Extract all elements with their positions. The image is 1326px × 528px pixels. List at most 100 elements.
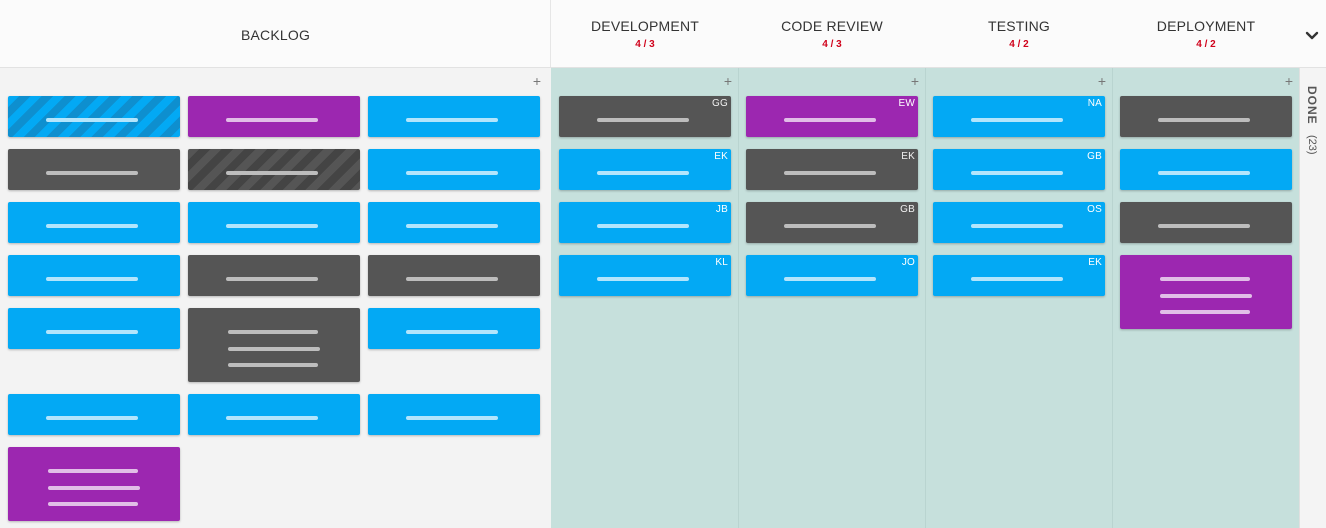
card-title-placeholder	[406, 118, 498, 122]
task-card[interactable]	[368, 149, 540, 190]
add-card-backlog-button[interactable]: +	[531, 74, 543, 88]
column-header-code-review[interactable]: CODE REVIEW 4 / 3	[745, 0, 919, 67]
card-title-placeholder	[226, 416, 318, 420]
task-card[interactable]: NA	[933, 96, 1105, 137]
card-title-placeholder	[48, 502, 138, 506]
task-card[interactable]	[8, 149, 180, 190]
add-card-development-button[interactable]: +	[722, 74, 734, 88]
task-card[interactable]	[1120, 202, 1292, 243]
card-title-placeholder	[784, 171, 876, 175]
wip-limit: 4 / 3	[822, 39, 842, 50]
task-card[interactable]	[8, 447, 180, 521]
header-divider	[550, 0, 551, 67]
card-title-placeholder	[226, 277, 318, 281]
card-title-placeholder	[784, 224, 876, 228]
task-card[interactable]: OS	[933, 202, 1105, 243]
assignee-initials: GG	[712, 98, 728, 109]
task-card[interactable]: EK	[559, 149, 731, 190]
task-card[interactable]	[1120, 149, 1292, 190]
card-title-placeholder	[406, 171, 498, 175]
task-card[interactable]	[188, 96, 360, 137]
assignee-initials: EK	[714, 151, 728, 162]
card-title-placeholder	[406, 224, 498, 228]
task-card[interactable]	[188, 255, 360, 296]
task-card[interactable]	[368, 96, 540, 137]
card-title-placeholder	[228, 363, 318, 367]
assignee-initials: GB	[900, 204, 915, 215]
assignee-initials: JB	[715, 204, 728, 215]
task-card[interactable]: EW	[746, 96, 918, 137]
card-title-placeholder	[48, 469, 138, 473]
card-title-placeholder	[226, 224, 318, 228]
card-title-placeholder	[971, 171, 1063, 175]
card-title-placeholder	[406, 416, 498, 420]
add-card-code-review-button[interactable]: +	[909, 74, 921, 88]
card-title-placeholder	[46, 224, 138, 228]
done-column-label[interactable]: DONE (23)	[1298, 86, 1326, 155]
task-card[interactable]: JO	[746, 255, 918, 296]
task-card[interactable]	[188, 394, 360, 435]
lane-divider	[925, 68, 926, 528]
column-header-testing[interactable]: TESTING 4 / 2	[932, 0, 1106, 67]
card-title-placeholder	[597, 277, 689, 281]
column-title: CODE REVIEW	[781, 18, 883, 34]
column-header-deployment[interactable]: DEPLOYMENT 4 / 2	[1119, 0, 1293, 67]
wip-limit: 4 / 2	[1009, 39, 1029, 50]
task-card[interactable]: KL	[559, 255, 731, 296]
column-title: DEPLOYMENT	[1156, 18, 1256, 34]
task-card[interactable]: EK	[746, 149, 918, 190]
card-title-placeholder	[1158, 118, 1250, 122]
card-title-placeholder	[1158, 224, 1250, 228]
lane-divider	[1112, 68, 1113, 528]
task-card[interactable]: GB	[746, 202, 918, 243]
task-card[interactable]	[188, 202, 360, 243]
task-card[interactable]	[188, 149, 360, 190]
column-header-backlog[interactable]: BACKLOG	[0, 0, 551, 67]
task-card[interactable]	[8, 308, 180, 349]
task-card[interactable]	[368, 255, 540, 296]
wip-limit: 4 / 2	[1196, 39, 1216, 50]
assignee-initials: JO	[901, 257, 915, 268]
chevron-down-icon[interactable]	[1302, 26, 1322, 46]
add-card-deployment-button[interactable]: +	[1283, 74, 1295, 88]
task-card[interactable]	[1120, 96, 1292, 137]
task-card[interactable]: GB	[933, 149, 1105, 190]
task-card[interactable]	[368, 202, 540, 243]
task-card[interactable]	[8, 202, 180, 243]
assignee-initials: EW	[898, 98, 915, 109]
task-card[interactable]	[368, 308, 540, 349]
assignee-initials: NA	[1087, 98, 1102, 109]
card-title-placeholder	[226, 171, 318, 175]
task-card[interactable]	[1120, 255, 1292, 329]
wip-limit: 4 / 3	[635, 39, 655, 50]
card-title-placeholder	[406, 277, 498, 281]
lane-divider	[738, 68, 739, 528]
assignee-initials: KL	[715, 257, 728, 268]
card-title-placeholder	[48, 486, 140, 490]
card-title-placeholder	[46, 277, 138, 281]
task-card[interactable]	[8, 255, 180, 296]
card-title-placeholder	[46, 118, 138, 122]
card-title-placeholder	[1158, 171, 1250, 175]
done-title: DONE	[1305, 86, 1319, 125]
task-card[interactable]: JB	[559, 202, 731, 243]
task-card[interactable]: GG	[559, 96, 731, 137]
add-card-testing-button[interactable]: +	[1096, 74, 1108, 88]
task-card[interactable]	[8, 394, 180, 435]
assignee-initials: EK	[1088, 257, 1102, 268]
column-title: DEVELOPMENT	[591, 18, 699, 34]
assignee-initials: OS	[1087, 204, 1102, 215]
column-title: BACKLOG	[240, 27, 311, 43]
card-title-placeholder	[1160, 277, 1250, 281]
task-card[interactable]: EK	[933, 255, 1105, 296]
column-header-development[interactable]: DEVELOPMENT 4 / 3	[558, 0, 732, 67]
task-card[interactable]	[8, 96, 180, 137]
task-card[interactable]	[188, 308, 360, 382]
card-title-placeholder	[597, 118, 689, 122]
card-title-placeholder	[1160, 294, 1252, 298]
board-header: BACKLOG DEVELOPMENT 4 / 3 CODE REVIEW 4 …	[0, 0, 1326, 68]
assignee-initials: GB	[1087, 151, 1102, 162]
task-card[interactable]	[368, 394, 540, 435]
card-title-placeholder	[226, 118, 318, 122]
card-title-placeholder	[406, 330, 498, 334]
